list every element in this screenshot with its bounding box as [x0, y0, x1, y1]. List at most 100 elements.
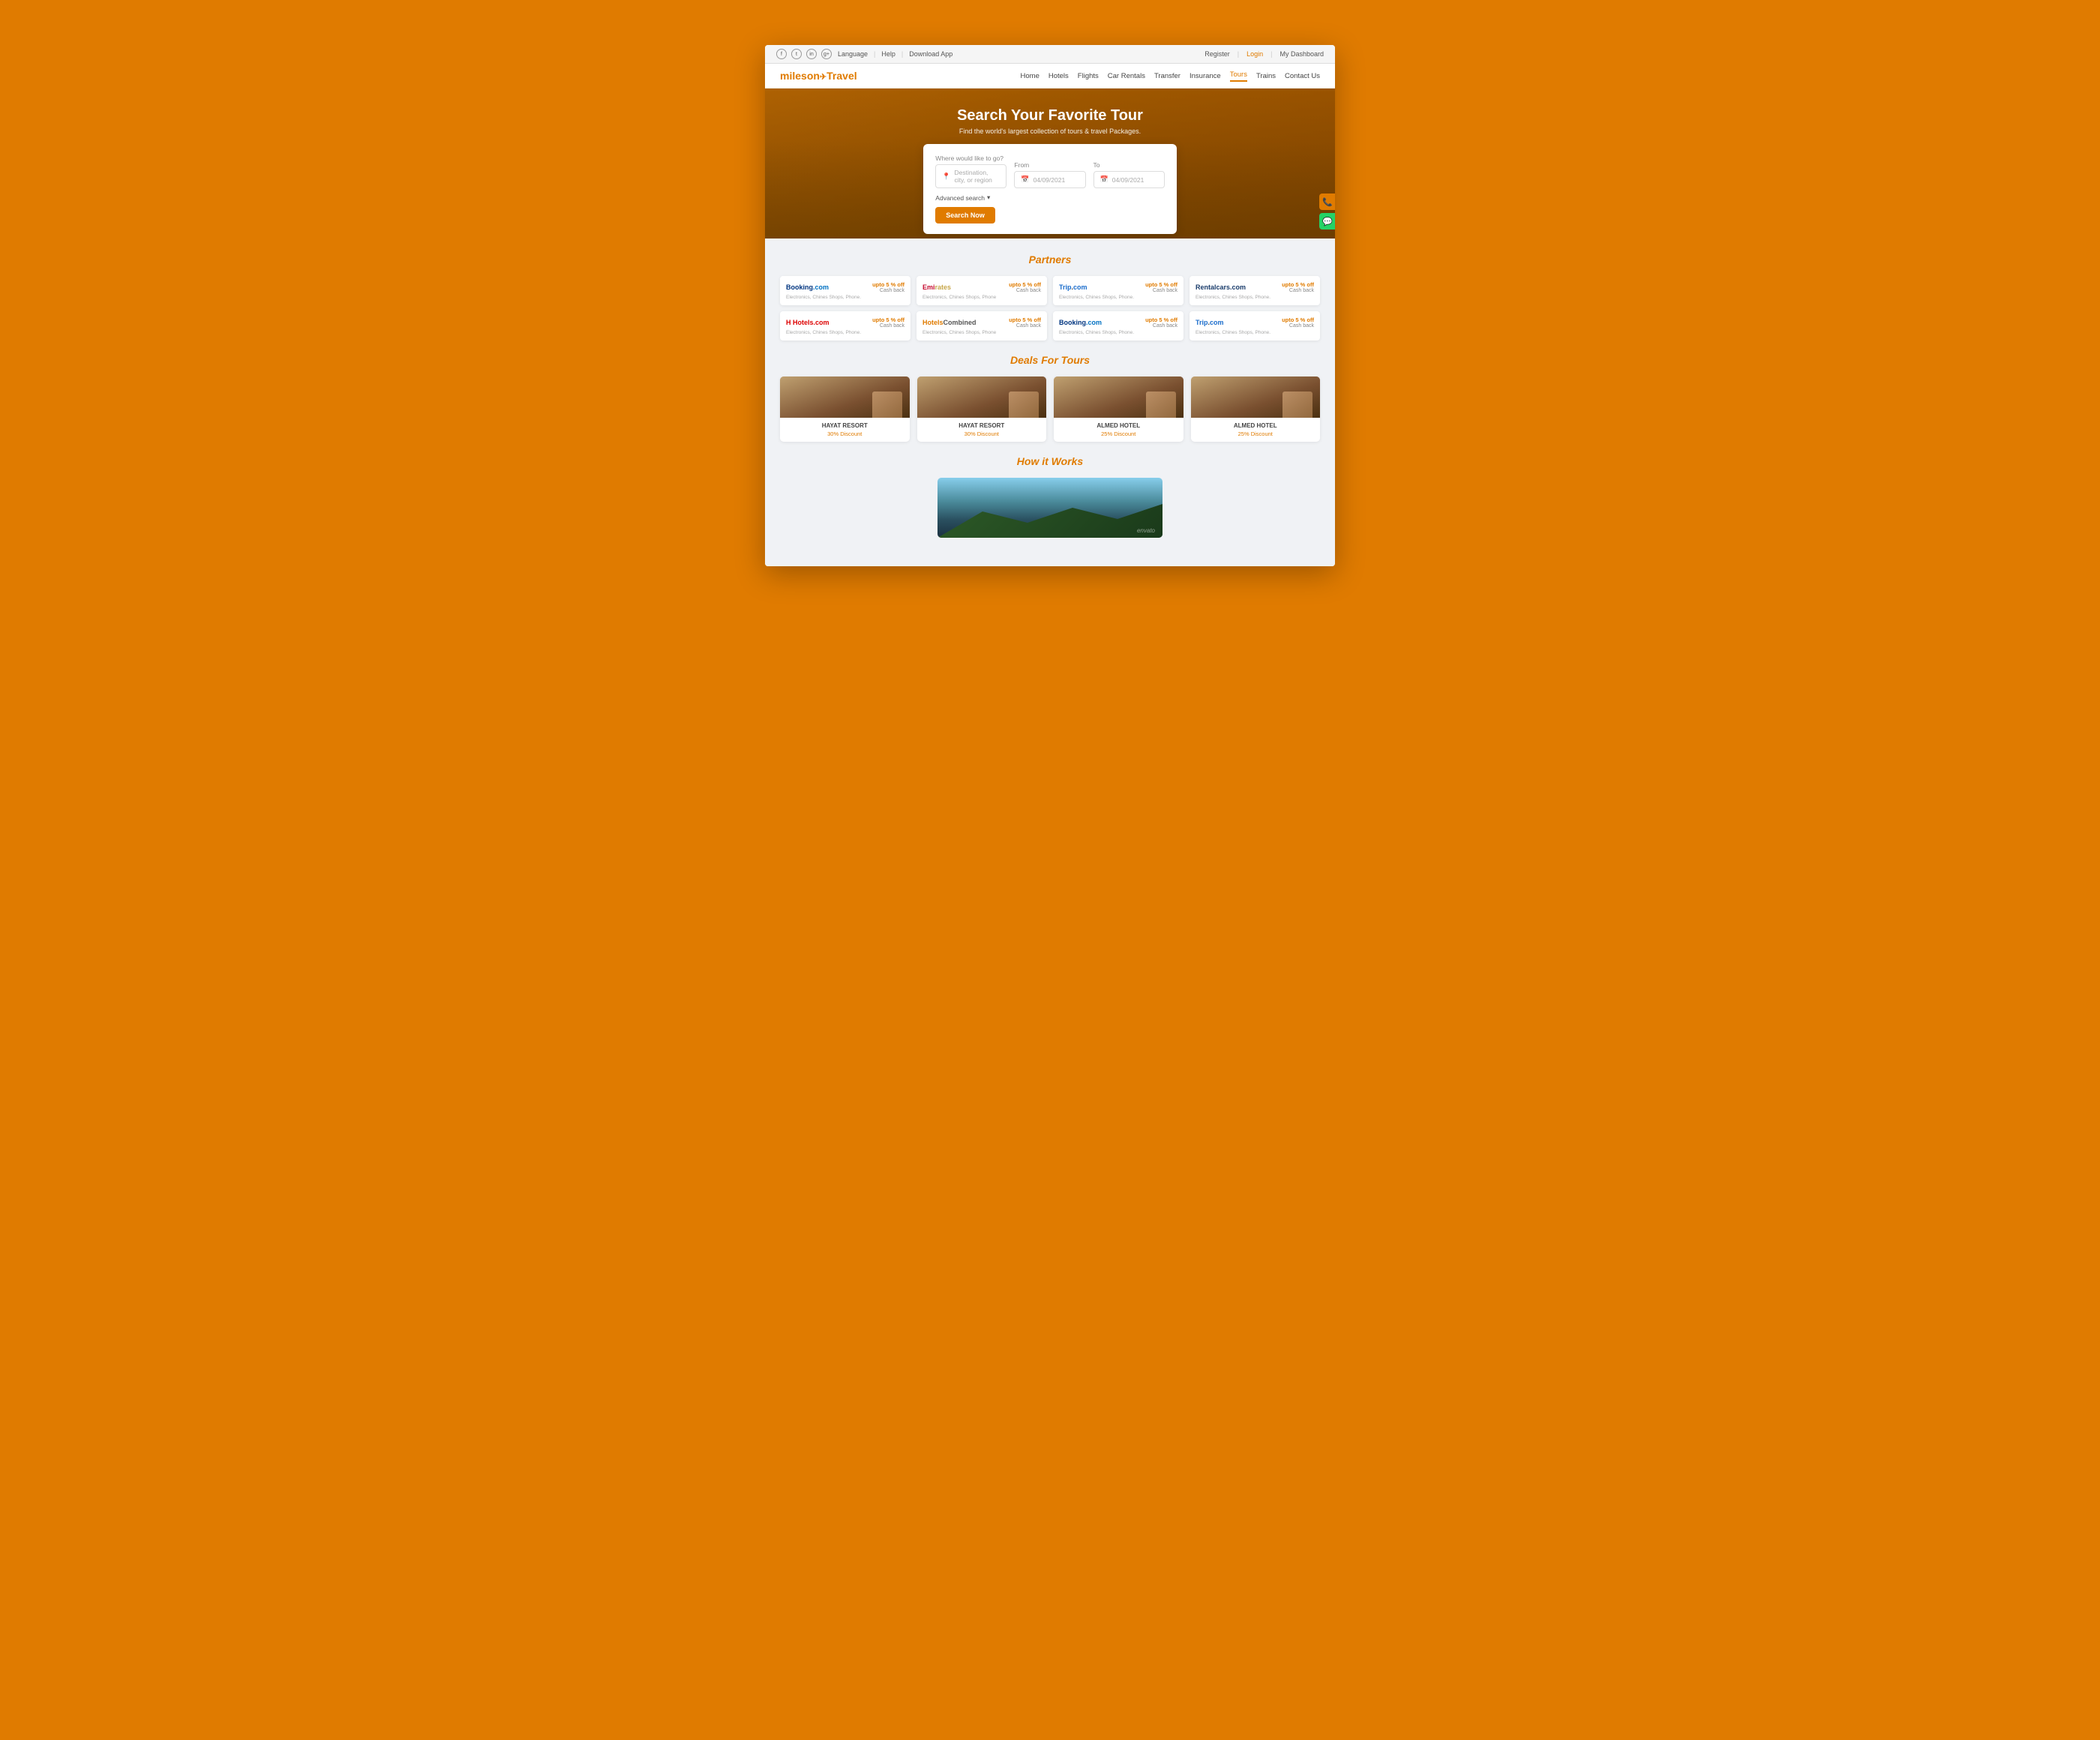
nav-links: Home Hotels Flights Car Rentals Transfer… — [1021, 70, 1320, 82]
hotelscombined-logo: HotelsCombined — [922, 319, 976, 326]
emirates-cashback: Cash back — [1009, 288, 1041, 293]
deal-discount-2: 25% Discount — [1060, 430, 1178, 437]
nav-carrentals[interactable]: Car Rentals — [1108, 72, 1145, 80]
booking2-discount: upto 5 % off — [1145, 316, 1178, 323]
register-link[interactable]: Register — [1204, 50, 1230, 58]
partner-emirates[interactable]: Emirates upto 5 % off Cash back Electron… — [916, 276, 1047, 305]
hero-subtitle: Find the world's largest collection of t… — [957, 128, 1143, 135]
partners-row1: Booking.com upto 5 % off Cash back Elect… — [780, 276, 1320, 305]
advanced-search-label: Advanced search — [935, 194, 985, 202]
deal-img-2 — [1054, 376, 1184, 418]
top-bar: f t in g+ Language | Help | Download App… — [765, 45, 1335, 64]
trip1-desc: Electronics, Chines Shops, Phone. — [1059, 295, 1178, 300]
emirates-desc: Electronics, Chines Shops, Phone — [922, 295, 1041, 300]
partner-trip2[interactable]: Trip.com upto 5 % off Cash back Electron… — [1190, 311, 1320, 340]
deals-section: Deals For Tours HAYAT RESORT 30% Discoun… — [780, 354, 1320, 442]
deal-item-0[interactable]: HAYAT RESORT 30% Discount — [780, 376, 910, 442]
partner-hotels[interactable]: H Hotels.com upto 5 % off Cash back Elec… — [780, 311, 910, 340]
search-box: Where would like to go? 📍 Destination, c… — [923, 144, 1176, 234]
hotelscombined-cashback: Cash back — [1009, 323, 1041, 328]
deal-discount-3: 25% Discount — [1197, 430, 1315, 437]
phone-button[interactable]: 📞 — [1319, 194, 1335, 210]
hotels-cashback: Cash back — [872, 323, 904, 328]
hero-content: Search Your Favorite Tour Find the world… — [957, 107, 1143, 135]
help-link[interactable]: Help — [881, 50, 896, 58]
logo-text1: miles — [780, 70, 807, 82]
partners-row2: H Hotels.com upto 5 % off Cash back Elec… — [780, 311, 1320, 340]
whatsapp-button[interactable]: 💬 — [1319, 213, 1335, 230]
deal-item-2[interactable]: ALMED HOTEL 25% Discount — [1054, 376, 1184, 442]
nav-tours[interactable]: Tours — [1230, 70, 1247, 82]
deals-title: Deals For Tours — [780, 354, 1320, 366]
booking1-discount: upto 5 % off — [872, 281, 904, 288]
trip2-discount: upto 5 % off — [1282, 316, 1314, 323]
deal-name-2: ALMED HOTEL — [1060, 422, 1178, 429]
facebook-icon[interactable]: f — [776, 49, 787, 59]
where-input[interactable]: 📍 Destination, city, or region — [935, 164, 1006, 188]
where-placeholder: Destination, city, or region — [955, 169, 1000, 184]
hero-section: Search Your Favorite Tour Find the world… — [765, 88, 1335, 238]
booking2-cashback: Cash back — [1145, 323, 1178, 328]
dashboard-link[interactable]: My Dashboard — [1280, 50, 1324, 58]
nav-transfer[interactable]: Transfer — [1154, 72, 1180, 80]
trip2-cashback: Cash back — [1282, 323, 1314, 328]
trip1-logo: Trip.com — [1059, 284, 1088, 291]
booking2-desc: Electronics, Chines Shops, Phone. — [1059, 330, 1178, 335]
calendar-to-icon: 📅 — [1100, 176, 1108, 184]
download-link[interactable]: Download App — [909, 50, 952, 58]
from-field: From 📅 04/09/2021 — [1014, 161, 1085, 188]
rentalcars-discount: upto 5 % off — [1282, 281, 1314, 288]
calendar-from-icon: 📅 — [1021, 176, 1029, 184]
emirates-logo: Emirates — [922, 284, 951, 291]
deal-item-1[interactable]: HAYAT RESORT 30% Discount — [917, 376, 1047, 442]
nav-hotels[interactable]: Hotels — [1048, 72, 1069, 80]
rentalcars-desc: Electronics, Chines Shops, Phone. — [1196, 295, 1314, 300]
nav-flights[interactable]: Flights — [1078, 72, 1099, 80]
twitter-icon[interactable]: t — [791, 49, 802, 59]
mountain-shape — [938, 500, 1162, 538]
from-input[interactable]: 📅 04/09/2021 — [1014, 171, 1085, 188]
deals-grid: HAYAT RESORT 30% Discount HAYAT RESORT 3… — [780, 376, 1320, 442]
advanced-search-link[interactable]: Advanced search ▾ — [935, 194, 1164, 202]
booking-logo: Booking.com — [786, 284, 829, 291]
location-icon: 📍 — [942, 172, 950, 181]
hotels-discount: upto 5 % off — [872, 316, 904, 323]
to-label: To — [1094, 161, 1165, 169]
deal-discount-0: 30% Discount — [786, 430, 904, 437]
trip2-logo: Trip.com — [1196, 319, 1224, 326]
where-label: Where would like to go? — [935, 154, 1006, 162]
booking1-cashback: Cash back — [872, 288, 904, 293]
partner-rentalcars[interactable]: Rentalcars.com upto 5 % off Cash back El… — [1190, 276, 1320, 305]
deal-discount-1: 30% Discount — [923, 430, 1041, 437]
nav-trains[interactable]: Trains — [1256, 72, 1276, 80]
search-now-button[interactable]: Search Now — [935, 207, 995, 224]
language-link[interactable]: Language — [838, 50, 868, 58]
googleplus-icon[interactable]: g+ — [821, 49, 832, 59]
deal-item-3[interactable]: ALMED HOTEL 25% Discount — [1191, 376, 1321, 442]
trip2-desc: Electronics, Chines Shops, Phone. — [1196, 330, 1314, 335]
logo-plane-icon: ✈ — [820, 73, 826, 82]
logo-text2: on — [807, 70, 820, 82]
deal-img-3 — [1191, 376, 1321, 418]
logo[interactable]: mileson✈Travel — [780, 70, 857, 82]
chevron-down-icon: ▾ — [987, 194, 990, 202]
emirates-discount: upto 5 % off — [1009, 281, 1041, 288]
partner-booking1[interactable]: Booking.com upto 5 % off Cash back Elect… — [780, 276, 910, 305]
partner-booking2[interactable]: Booking.com upto 5 % off Cash back Elect… — [1053, 311, 1184, 340]
to-field: To 📅 04/09/2021 — [1094, 161, 1165, 188]
nav-contact[interactable]: Contact Us — [1285, 72, 1320, 80]
envato-watermark: envato — [1137, 527, 1155, 534]
trip1-discount: upto 5 % off — [1145, 281, 1178, 288]
rentalcars-cashback: Cash back — [1282, 288, 1314, 293]
partner-hotelscombined[interactable]: HotelsCombined upto 5 % off Cash back El… — [916, 311, 1047, 340]
linkedin-icon[interactable]: in — [806, 49, 817, 59]
where-field: Where would like to go? 📍 Destination, c… — [935, 154, 1006, 188]
nav-insurance[interactable]: Insurance — [1190, 72, 1221, 80]
hotels-desc: Electronics, Chines Shops, Phone. — [786, 330, 904, 335]
hero-title: Search Your Favorite Tour — [957, 107, 1143, 124]
from-label: From — [1014, 161, 1085, 169]
login-link[interactable]: Login — [1246, 50, 1263, 58]
nav-home[interactable]: Home — [1021, 72, 1040, 80]
to-input[interactable]: 📅 04/09/2021 — [1094, 171, 1165, 188]
partner-trip1[interactable]: Trip.com upto 5 % off Cash back Electron… — [1053, 276, 1184, 305]
